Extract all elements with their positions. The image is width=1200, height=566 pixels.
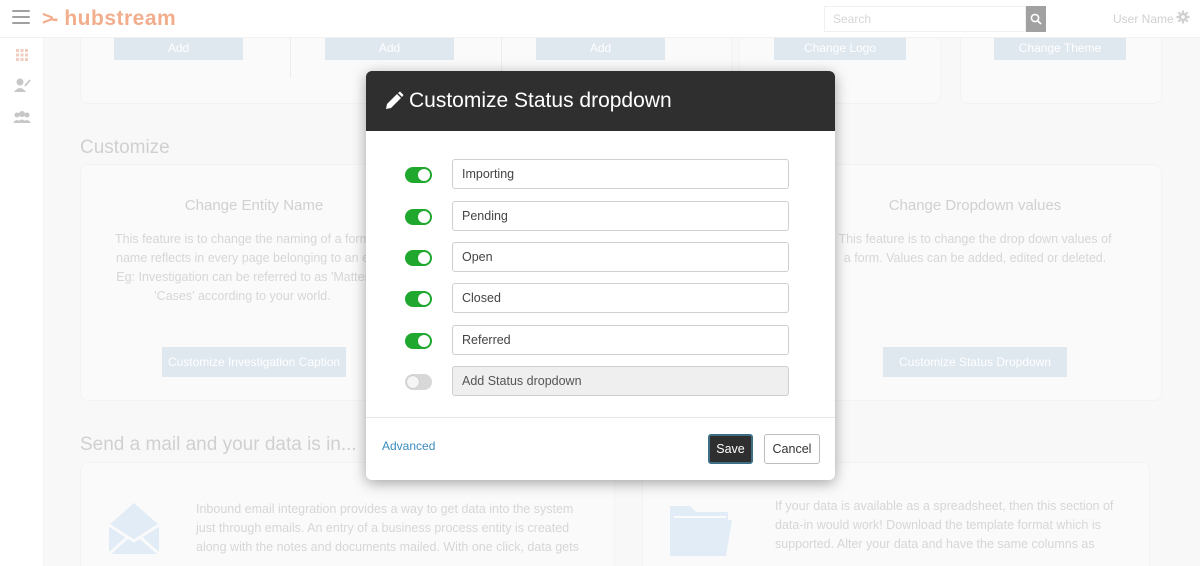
status-row: [366, 283, 835, 313]
status-row: [366, 201, 835, 231]
status-toggle-open[interactable]: [405, 250, 432, 266]
status-value-input[interactable]: [452, 283, 789, 313]
status-toggle-pending[interactable]: [405, 209, 432, 225]
pencil-icon: [386, 91, 404, 109]
status-value-input[interactable]: [452, 201, 789, 231]
status-value-input[interactable]: [452, 159, 789, 189]
status-toggle-referred[interactable]: [405, 333, 432, 349]
modal-header: Customize Status dropdown: [366, 71, 835, 131]
status-value-input[interactable]: [452, 325, 789, 355]
add-status-row: [366, 366, 835, 396]
add-status-input[interactable]: [452, 366, 789, 396]
status-toggle-importing[interactable]: [405, 167, 432, 183]
status-value-input[interactable]: [452, 242, 789, 272]
cancel-button[interactable]: Cancel: [764, 434, 820, 464]
status-row: [366, 325, 835, 355]
status-row: [366, 242, 835, 272]
modal-title: Customize Status dropdown: [409, 89, 672, 112]
status-toggle-closed[interactable]: [405, 291, 432, 307]
advanced-link[interactable]: Advanced: [382, 439, 435, 453]
status-row: [366, 159, 835, 189]
customize-status-modal: Customize Status dropdown Advanced Save …: [366, 71, 835, 480]
save-button[interactable]: Save: [708, 434, 753, 464]
add-status-toggle[interactable]: [405, 374, 432, 390]
modal-footer: Advanced Save Cancel: [366, 417, 835, 480]
